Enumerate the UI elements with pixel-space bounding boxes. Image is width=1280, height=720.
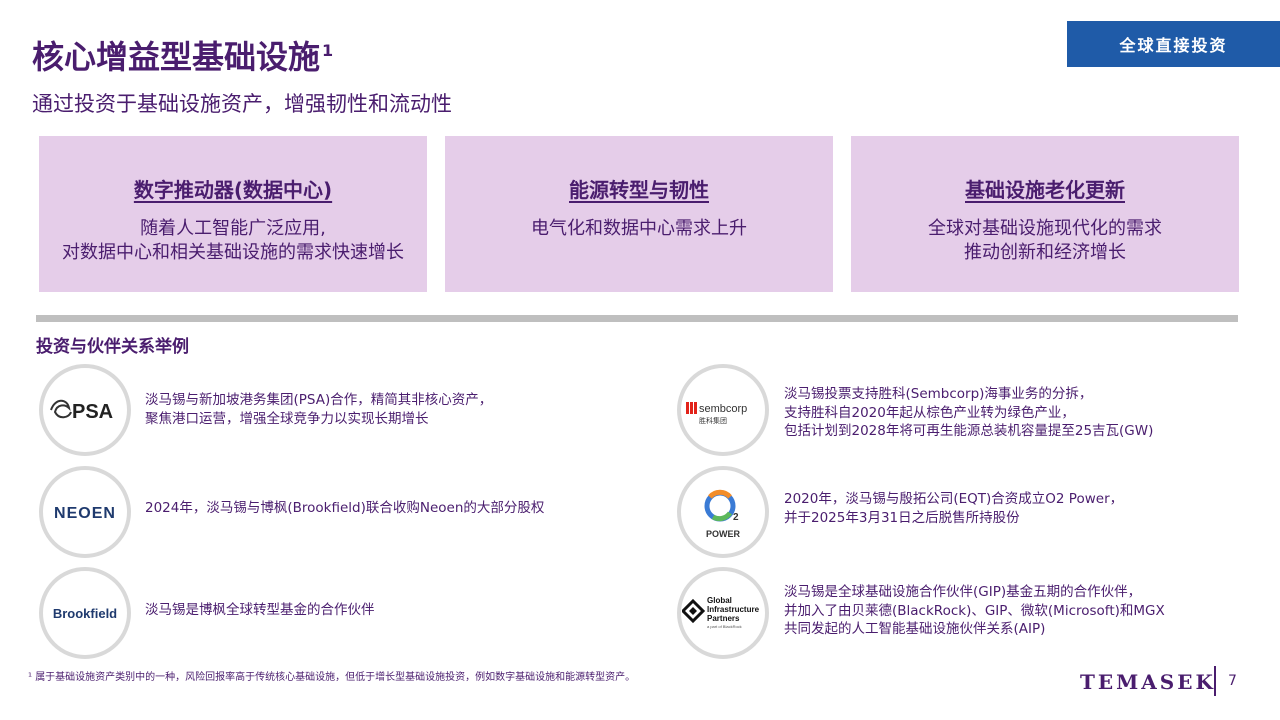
description-line: 淡马锡投票支持胜科(Sembcorp)海事业务的分拆， (784, 386, 1093, 402)
card-digital-enablers: 数字推动器(数据中心) 随着人工智能广泛应用, 对数据中心和相关基础设施的需求快… (39, 136, 427, 292)
description-line: 并于2025年3月31日之后脱售所持股份 (784, 509, 1020, 526)
description-line: 淡马锡是博枫全球转型基金的合作伙伴 (145, 602, 375, 618)
card-line: 电气化和数据中心需求上升 (531, 218, 747, 239)
card-body: 随着人工智能广泛应用, 对数据中心和相关基础设施的需求快速增长 (39, 217, 427, 266)
card-body: 全球对基础设施现代化的需求 推动创新和经济增长 (851, 217, 1239, 266)
o2power-logo: 2 POWER (677, 466, 769, 558)
o2power-logo-subscript: 2 (733, 512, 739, 523)
sembcorp-logo-text: sembcorp (699, 403, 747, 415)
card-line: 对数据中心和相关基础设施的需求快速增长 (62, 242, 404, 264)
sembcorp-logo-mark: sembcorp 胜科集团 (686, 402, 747, 425)
card-heading: 能源转型与韧性 (569, 178, 709, 202)
footnote: ¹ 属于基础设施资产类别中的一种，风险回报率高于传统核心基础设施，但低于增长型基… (28, 672, 636, 683)
card-heading: 数字推动器(数据中心) (133, 178, 333, 202)
o2power-description: 2020年，淡马锡与殷拓公司(EQT)合资成立O2 Power， 并于2025年… (784, 490, 1123, 527)
neoen-logo-mark: NEOEN (54, 505, 116, 522)
description-line: 2020年，淡马锡与殷拓公司(EQT)合资成立O2 Power， (784, 491, 1124, 507)
card-heading: 基础设施老化更新 (965, 178, 1125, 202)
title-footnote-marker: 1 (322, 41, 334, 61)
description-line: 聚焦港口运营，增强全球竞争力以实现长期增长 (145, 410, 429, 427)
psa-logo-mark: PSA (50, 399, 113, 423)
footer-divider (1214, 666, 1216, 696)
psa-logo: PSA (39, 364, 131, 456)
gip-description: 淡马锡是全球基础设施合作伙伴(GIP)基金五期的合作伙伴， 并加入了由贝莱德(B… (784, 583, 1165, 639)
description-line: 并加入了由贝莱德(BlackRock)、GIP、微软(Microsoft)和MG… (784, 602, 1165, 619)
card-infrastructure-renewal: 基础设施老化更新 全球对基础设施现代化的需求 推动创新和经济增长 (851, 136, 1239, 292)
card-body: 电气化和数据中心需求上升 (445, 217, 833, 241)
gip-logo-line: Partners (707, 614, 740, 623)
card-energy-transition: 能源转型与韧性 电气化和数据中心需求上升 (445, 136, 833, 292)
gip-logo-line: Infrastructure (707, 605, 760, 614)
card-line: 随着人工智能广泛应用, (140, 218, 326, 239)
gip-logo: Global Infrastructure Partners a part of… (677, 567, 769, 659)
brookfield-logo-mark: Brookfield (53, 606, 117, 621)
o2power-logo-mark: 2 POWER (704, 489, 741, 539)
page-subtitle: 通过投资于基础设施资产，增强韧性和流动性 (32, 92, 452, 116)
section-divider (36, 315, 1238, 322)
o2power-logo-text: POWER (706, 529, 741, 539)
description-line: 淡马锡是全球基础设施合作伙伴(GIP)基金五期的合作伙伴， (784, 584, 1142, 600)
brookfield-description: 淡马锡是博枫全球转型基金的合作伙伴 (145, 601, 375, 620)
page-title: 核心增益型基础设施 1 (32, 38, 334, 76)
description-line: 包括计划到2028年将可再生能源总装机容量提至25吉瓦(GW) (784, 423, 1154, 440)
section-tag: 全球直接投资 (1067, 21, 1280, 67)
brookfield-logo-text: Brookfield (53, 606, 117, 621)
brookfield-logo: Brookfield (39, 567, 131, 659)
neoen-description: 2024年，淡马锡与博枫(Brookfield)联合收购Neoen的大部分股权 (145, 499, 544, 518)
temasek-logo: TEMASEK (1080, 670, 1216, 694)
gip-logo-line: Global (707, 596, 732, 605)
psa-logo-text: PSA (72, 401, 113, 423)
card-line: 全球对基础设施现代化的需求 (928, 218, 1162, 239)
description-line: 淡马锡与新加坡港务集团(PSA)合作，精简其非核心资产， (145, 392, 493, 408)
card-line: 推动创新和经济增长 (964, 242, 1126, 264)
gip-logo-mark: Global Infrastructure Partners a part of… (682, 596, 760, 629)
gip-logo-sub: a part of BlackRock (707, 624, 742, 629)
page-number: 7 (1228, 673, 1237, 689)
page-title-text: 核心增益型基础设施 (32, 38, 321, 76)
neoen-logo: NEOEN (39, 466, 131, 558)
description-line: 共同发起的人工智能基础设施伙伴关系(AIP) (784, 621, 1046, 638)
sembcorp-logo-sub: 胜科集团 (699, 416, 727, 425)
section-heading: 投资与伙伴关系举例 (36, 337, 189, 357)
psa-description: 淡马锡与新加坡港务集团(PSA)合作，精简其非核心资产， 聚焦港口运营，增强全球… (145, 391, 492, 428)
neoen-logo-text: NEOEN (54, 505, 116, 522)
sembcorp-logo: sembcorp 胜科集团 (677, 364, 769, 456)
sembcorp-description: 淡马锡投票支持胜科(Sembcorp)海事业务的分拆， 支持胜科自2020年起从… (784, 385, 1153, 441)
description-line: 2024年，淡马锡与博枫(Brookfield)联合收购Neoen的大部分股权 (145, 500, 545, 516)
description-line: 支持胜科自2020年起从棕色产业转为绿色产业， (784, 404, 1075, 421)
